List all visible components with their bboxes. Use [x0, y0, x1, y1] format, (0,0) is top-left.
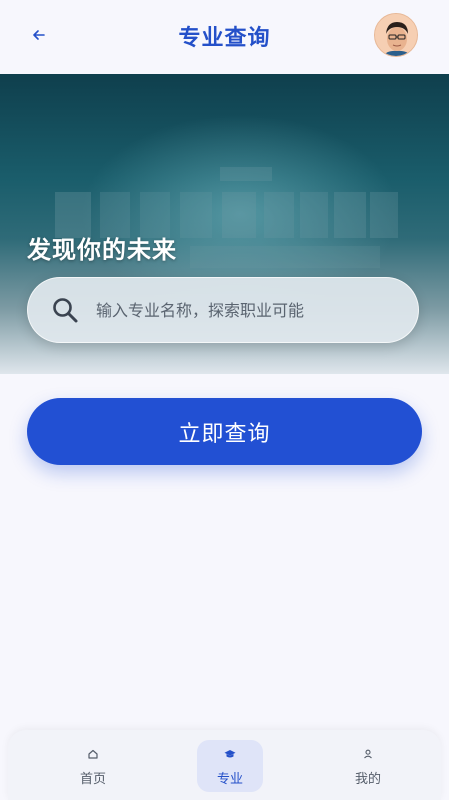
app-header: 专业查询	[0, 0, 449, 76]
nav-label-major: 专业	[216, 771, 243, 787]
search-input[interactable]	[96, 300, 396, 320]
search-box[interactable]	[27, 277, 419, 343]
hero-headline: 发现你的未来	[27, 236, 177, 264]
arrow-left-icon	[33, 30, 45, 40]
user-avatar[interactable]	[374, 13, 418, 57]
nav-item-major[interactable]: 专业	[197, 740, 263, 792]
page-title: 专业查询	[178, 26, 271, 51]
nav-label-mine: 我的	[354, 771, 381, 787]
hero-banner: 发现你的未来	[0, 74, 449, 374]
back-button[interactable]	[28, 24, 50, 46]
bottom-nav: 首页 专业 我的	[8, 730, 441, 800]
nav-item-home[interactable]: 首页	[60, 740, 126, 792]
home-icon	[88, 746, 98, 762]
nav-item-mine[interactable]: 我的	[335, 740, 401, 792]
query-now-button[interactable]: 立即查询	[27, 398, 422, 465]
graduation-cap-icon	[224, 746, 236, 762]
person-icon	[363, 746, 373, 762]
nav-label-home: 首页	[79, 771, 106, 787]
avatar-image	[375, 14, 417, 56]
search-icon	[50, 295, 80, 325]
